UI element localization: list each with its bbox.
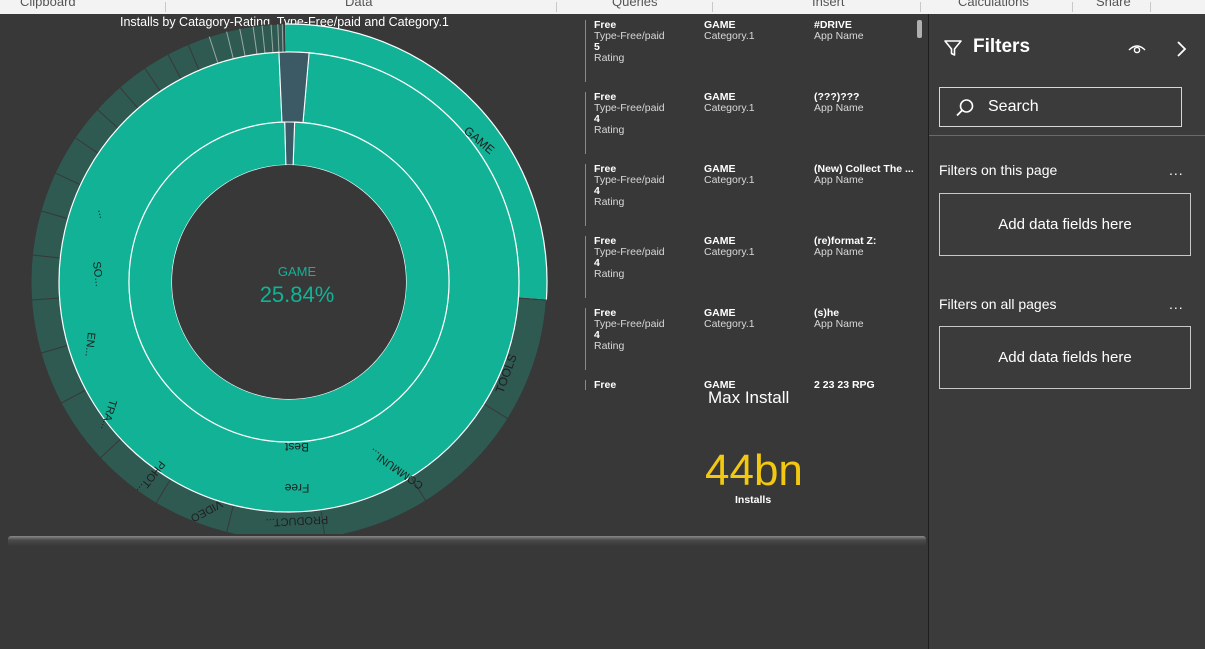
app-name-field-label: App Name: [814, 102, 864, 114]
sunburst-chart[interactable]: GAME 25.84% GAME TOOLS COMMUNI... PRODUC…: [0, 14, 560, 534]
category-field-label: Category.1: [704, 102, 755, 114]
sunburst-label-best: Best: [284, 440, 309, 454]
app-name-field-label: App Name: [814, 174, 864, 186]
category-field-label: Category.1: [704, 318, 755, 330]
app-table[interactable]: Free Type-Free/paid 5 Rating GAME Category.1…: [585, 18, 925, 390]
ribbon-separator: [712, 2, 713, 12]
app-cell: #DRIVE App Name: [814, 20, 914, 42]
ribbon-separator: [1072, 2, 1073, 12]
app-cell: (s)he App Name: [814, 308, 914, 330]
ribbon-group-queries: Queries: [612, 0, 658, 9]
card-label: Installs: [735, 494, 772, 506]
table-row[interactable]: Free Type-Free/paid 4 Rating GAME Category.1…: [585, 306, 915, 374]
category-cell: GAME Category.1: [704, 308, 755, 330]
sunburst-label-entertainment: EN...: [82, 332, 96, 358]
type-field-label: Type-Free/paid: [594, 30, 665, 42]
ribbon-group-insert: Insert: [812, 0, 845, 9]
app-cell: (re)format Z: App Name: [814, 236, 914, 258]
row-bar: [585, 308, 586, 370]
card-title: Max Install: [708, 388, 790, 407]
eye-icon[interactable]: [1128, 41, 1146, 55]
more-options-button[interactable]: ...: [1169, 296, 1184, 312]
app-name-field-label: App Name: [814, 30, 864, 42]
table-scrollbar[interactable]: [917, 20, 922, 38]
ribbon-group-data: Data: [345, 0, 373, 9]
row-bar: [585, 92, 586, 154]
sunburst-label-free: Free: [284, 481, 309, 495]
ribbon-group-clipboard: Clipboard: [20, 0, 76, 9]
sunburst-center-category: GAME: [278, 264, 317, 279]
filter-funnel-icon: [944, 40, 962, 56]
app-cell: (???)??? App Name: [814, 92, 914, 114]
type-cell: Free Type-Free/paid 5 Rating: [594, 20, 665, 64]
type-value: Free: [594, 379, 617, 391]
filters-on-all-pages-heading: Filters on all pages: [939, 296, 1057, 312]
table-row[interactable]: Free Type-Free/paid 5 Rating GAME Category.1…: [585, 18, 915, 86]
category-field-label: Category.1: [704, 30, 755, 42]
more-options-button[interactable]: ...: [1169, 162, 1184, 178]
category-field-label: Category.1: [704, 174, 755, 186]
filters-divider: [929, 135, 1205, 136]
ribbon-separator: [920, 2, 921, 12]
drop-well-this-page[interactable]: Add data fields here: [939, 193, 1191, 256]
row-bar: [585, 236, 586, 298]
type-cell: Free Type-Free/paid 4 Rating: [594, 308, 665, 352]
search-label: Search: [988, 98, 1039, 115]
ribbon-separator: [165, 2, 166, 12]
table-row[interactable]: Free Type-Free/paid 4 Rating GAME Category.1…: [585, 162, 915, 230]
type-field-label: Type-Free/paid: [594, 102, 665, 114]
ribbon-group-calculations: Calculations: [958, 0, 1029, 9]
ribbon-separator: [556, 2, 557, 12]
drop-well-all-pages[interactable]: Add data fields here: [939, 326, 1191, 389]
app-name-value: 2 23 23 RPG: [814, 380, 875, 390]
category-cell: GAME Category.1: [704, 20, 755, 42]
table-row[interactable]: Free Type-Free/paid 4 Rating GAME Category.1…: [585, 234, 915, 302]
chevron-right-icon[interactable]: [1174, 40, 1188, 58]
type-field-label: Type-Free/paid: [594, 246, 665, 258]
type-cell: Free Type-Free/paid 4 Rating: [594, 92, 665, 136]
rating-field-label: Rating: [594, 196, 625, 208]
category-cell: GAME Category.1: [704, 236, 755, 258]
filters-pane: Filters Search Filters on this page ... …: [928, 14, 1205, 649]
type-cell: Free Type-Free/paid 4 Rating: [594, 236, 665, 280]
row-bar: [585, 20, 586, 82]
report-canvas: Installs by Catagory-Rating, Type-Free/p…: [0, 14, 928, 649]
type-field-label: Type-Free/paid: [594, 318, 665, 330]
ribbon-separator: [1150, 2, 1151, 12]
category-cell: GAME Category.1: [704, 164, 755, 186]
filters-title: Filters: [973, 36, 1031, 57]
rating-field-label: Rating: [594, 124, 625, 136]
ribbon-group-labels: Clipboard Data Queries Insert Calculatio…: [0, 0, 1205, 14]
category-field-label: Category.1: [704, 246, 755, 258]
search-icon: [956, 99, 974, 117]
card-value: 44bn: [705, 446, 803, 495]
canvas-divider: [8, 536, 926, 546]
app-name-field-label: App Name: [814, 318, 864, 330]
row-bar: [585, 380, 586, 390]
row-bar: [585, 164, 586, 226]
rating-field-label: Rating: [594, 340, 625, 352]
rating-field-label: Rating: [594, 268, 625, 280]
filter-search-box[interactable]: Search: [939, 87, 1182, 127]
type-cell: Free Type-Free/paid 4 Rating: [594, 164, 665, 208]
type-cell: Free: [594, 379, 617, 391]
sunburst-segment-paid[interactable]: [284, 121, 296, 166]
filters-on-this-page-heading: Filters on this page: [939, 162, 1058, 178]
app-name-field-label: App Name: [814, 246, 864, 258]
category-cell: GAME Category.1: [704, 92, 755, 114]
table-row[interactable]: Free Type-Free/paid 4 Rating GAME Category.1…: [585, 90, 915, 158]
sunburst-center-percent: 25.84%: [260, 282, 335, 307]
app-cell: (New) Collect The ... App Name: [814, 164, 914, 186]
ribbon-group-share: Share: [1096, 0, 1131, 9]
app-cell: 2 23 23 RPG: [814, 380, 914, 390]
type-field-label: Type-Free/paid: [594, 174, 665, 186]
rating-field-label: Rating: [594, 52, 625, 64]
